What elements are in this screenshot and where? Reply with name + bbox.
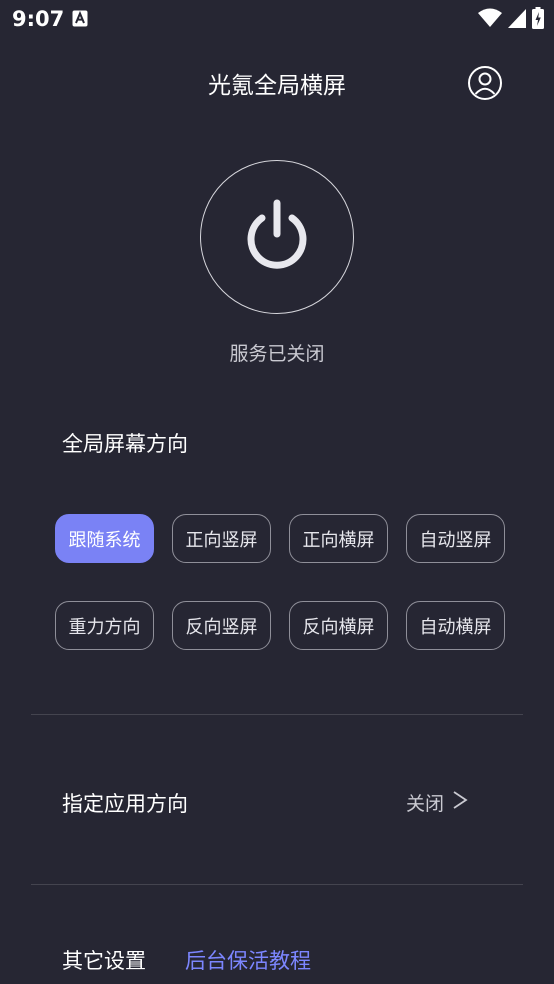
app-orientation-value-button[interactable]: 关闭 [406,789,468,816]
account-button[interactable] [467,65,503,101]
divider [31,714,523,715]
wifi-icon [478,8,502,32]
orientation-option-landscape[interactable]: 正向横屏 [289,514,388,563]
app-orientation-value: 关闭 [406,793,445,815]
power-button[interactable] [200,160,354,314]
status-icons [478,7,544,33]
orientation-option-reverse-portrait[interactable]: 反向竖屏 [172,601,271,650]
battery-charging-icon [532,7,544,33]
app-orientation-title: 指定应用方向 [62,792,188,816]
orientation-option-gravity[interactable]: 重力方向 [55,601,154,650]
orientation-option-reverse-landscape[interactable]: 反向横屏 [289,601,388,650]
orientation-option-portrait[interactable]: 正向竖屏 [172,514,271,563]
other-settings-title: 其它设置 [62,949,146,973]
divider [31,884,523,885]
orientation-option-auto-landscape[interactable]: 自动横屏 [406,601,505,650]
status-time: 9:07 [12,7,65,31]
background-keepalive-tutorial-link[interactable]: 后台保活教程 [185,945,311,975]
power-icon [242,198,312,276]
orientation-option-auto-portrait[interactable]: 自动竖屏 [406,514,505,563]
orientation-option-follow-system[interactable]: 跟随系统 [55,514,154,563]
cell-signal-icon [508,8,526,32]
app-screen: 9:07 光氪全局横屏 服务已关闭 全局屏幕方向 跟随系统 正向竖屏 正向横屏 … [0,0,554,984]
orientation-section-title: 全局屏幕方向 [62,432,188,456]
a-notification-icon [72,10,88,27]
service-status: 服务已关闭 [229,343,325,365]
account-icon [467,66,503,105]
chevron-right-icon [452,790,468,815]
status-bar: 9:07 [0,0,554,40]
